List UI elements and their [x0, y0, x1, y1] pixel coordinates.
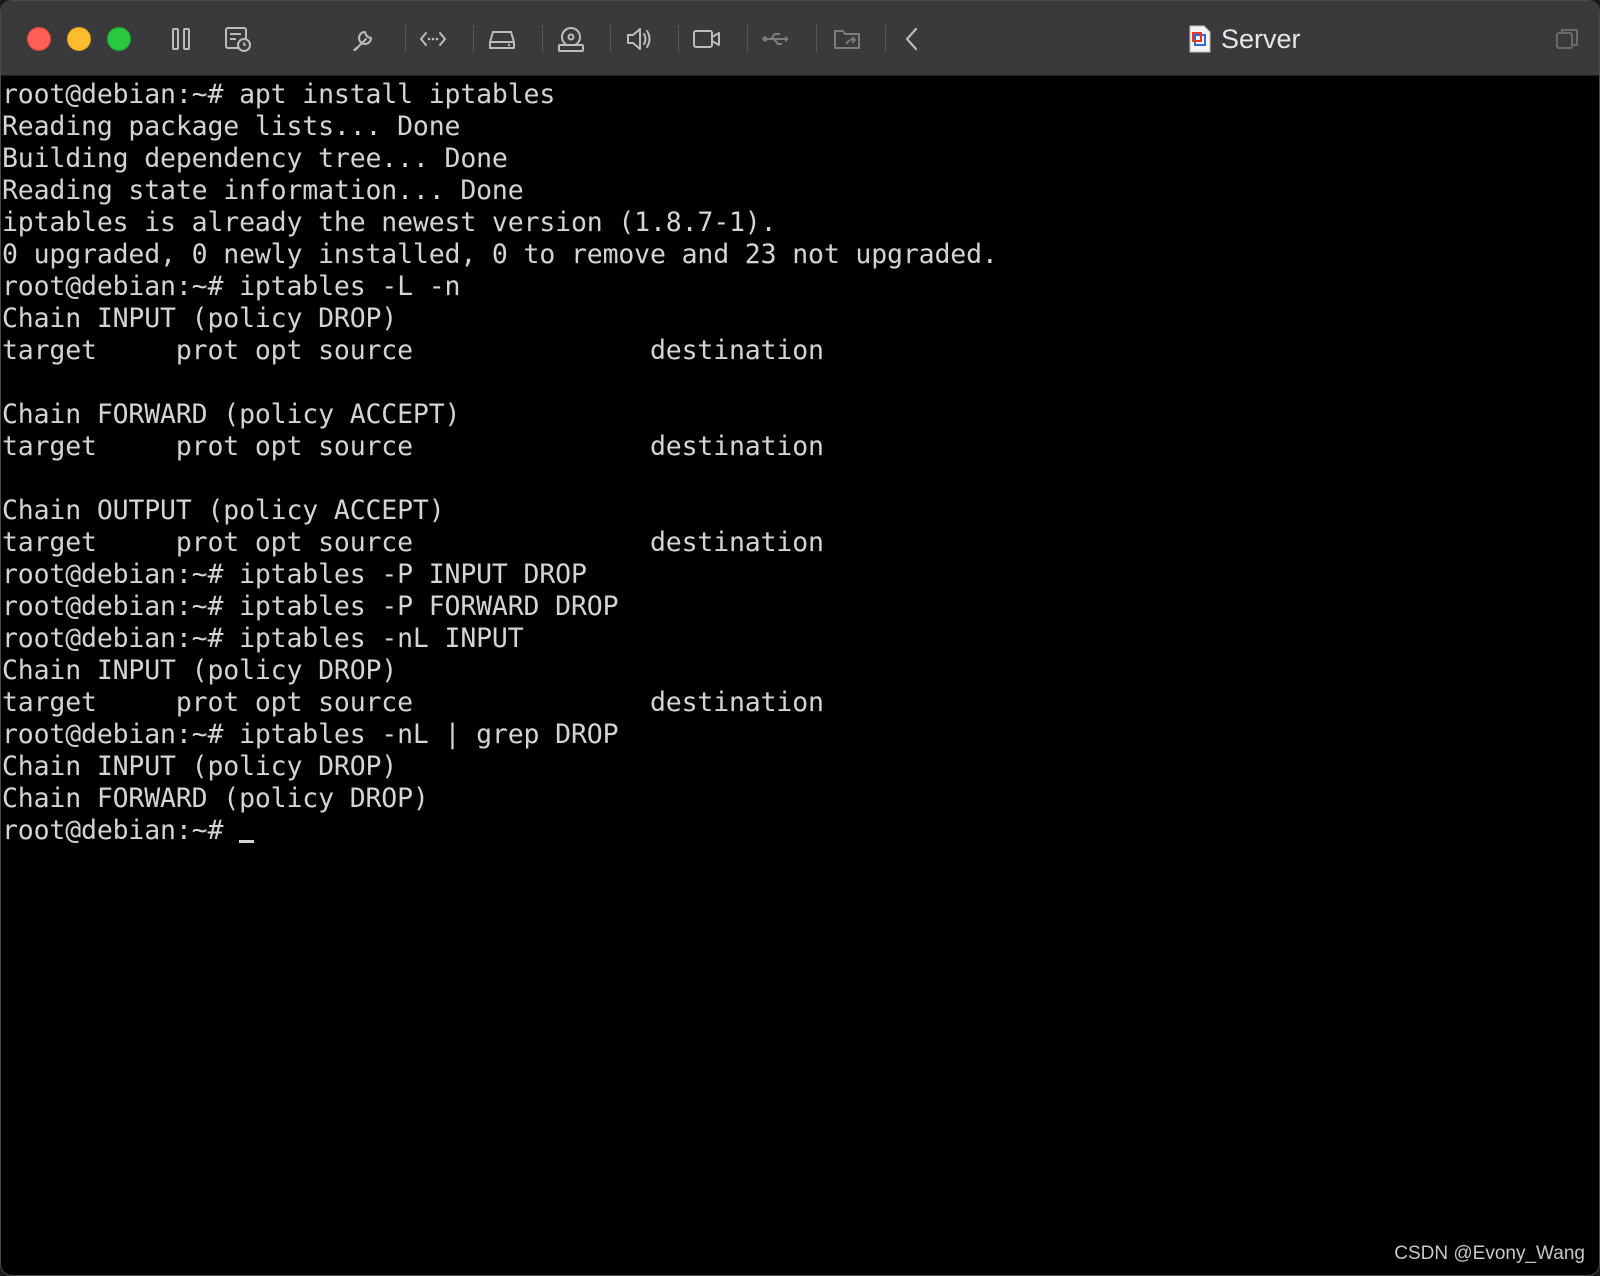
terminal-screen[interactable]: root@debian:~# apt install iptables Readi…: [1, 77, 1599, 1275]
toolbar-divider: [610, 25, 611, 53]
shared-folder-icon[interactable]: [829, 21, 865, 57]
terminal-line: Building dependency tree... Done: [2, 143, 508, 174]
terminal-line: root@debian:~# iptables -L -n: [2, 271, 461, 302]
terminal-line: root@debian:~# iptables -P FORWARD DROP: [2, 591, 619, 622]
terminal-prompt-line[interactable]: root@debian:~#: [2, 815, 1599, 847]
terminal-line: Chain FORWARD (policy DROP): [2, 783, 429, 814]
window-title: Server: [1189, 19, 1301, 59]
terminal-line: Chain OUTPUT (policy ACCEPT): [2, 495, 445, 526]
terminal-line: root@debian:~# apt install iptables: [2, 79, 556, 110]
sound-icon[interactable]: [621, 21, 657, 57]
toolbar-divider: [816, 25, 817, 53]
toolbar-divider: [473, 25, 474, 53]
hard-disk-icon[interactable]: [484, 21, 520, 57]
fullscreen-windows-icon[interactable]: [1549, 21, 1585, 57]
toolbar-divider: [542, 25, 543, 53]
pause-icon[interactable]: [163, 21, 199, 57]
usb-icon[interactable]: [758, 21, 794, 57]
terminal-line: target prot opt source destination: [2, 335, 824, 366]
terminal-line: Reading package lists... Done: [2, 111, 461, 142]
terminal-line: target prot opt source destination: [2, 527, 824, 558]
toolbar-divider: [678, 25, 679, 53]
terminal-line: 0 upgraded, 0 newly installed, 0 to remo…: [2, 239, 998, 270]
text-cursor: [239, 840, 255, 843]
terminal-line: iptables is already the newest version (…: [2, 207, 777, 238]
toolbar-divider: [747, 25, 748, 53]
terminal-prompt: root@debian:~#: [2, 815, 240, 846]
terminal-line: root@debian:~# iptables -nL | grep DROP: [2, 719, 619, 750]
terminal-line: target prot opt source destination: [2, 431, 824, 462]
terminal-line: Chain FORWARD (policy ACCEPT): [2, 399, 461, 430]
close-window-button[interactable]: [27, 27, 51, 51]
camera-icon[interactable]: [689, 21, 725, 57]
minimize-window-button[interactable]: [67, 27, 91, 51]
toolbar-divider: [885, 25, 886, 53]
zoom-window-button[interactable]: [107, 27, 131, 51]
terminal-line: root@debian:~# iptables -nL INPUT: [2, 623, 524, 654]
settings-wrench-icon[interactable]: [346, 21, 382, 57]
terminal-line: Chain INPUT (policy DROP): [2, 655, 398, 686]
collapse-chevron-left-icon[interactable]: [894, 21, 930, 57]
watermark: CSDN @Evony_Wang: [1394, 1243, 1585, 1264]
terminal-line: root@debian:~# iptables -P INPUT DROP: [2, 559, 587, 590]
snapshot-icon[interactable]: [220, 21, 256, 57]
cd-drive-icon[interactable]: [553, 21, 589, 57]
terminal-line: Reading state information... Done: [2, 175, 524, 206]
window-title-text: Server: [1221, 23, 1301, 54]
terminal-line: Chain INPUT (policy DROP): [2, 303, 398, 334]
vm-window: Server root@debian:~# apt install iptabl…: [0, 0, 1600, 1276]
terminal-output: root@debian:~# apt install iptables Readi…: [1, 77, 1599, 847]
terminal-line: Chain INPUT (policy DROP): [2, 751, 398, 782]
toolbar-divider: [405, 25, 406, 53]
vm-document-icon: [1189, 25, 1211, 53]
terminal-line: target prot opt source destination: [2, 687, 824, 718]
network-icon[interactable]: [415, 21, 451, 57]
title-bar: Server: [1, 1, 1599, 76]
